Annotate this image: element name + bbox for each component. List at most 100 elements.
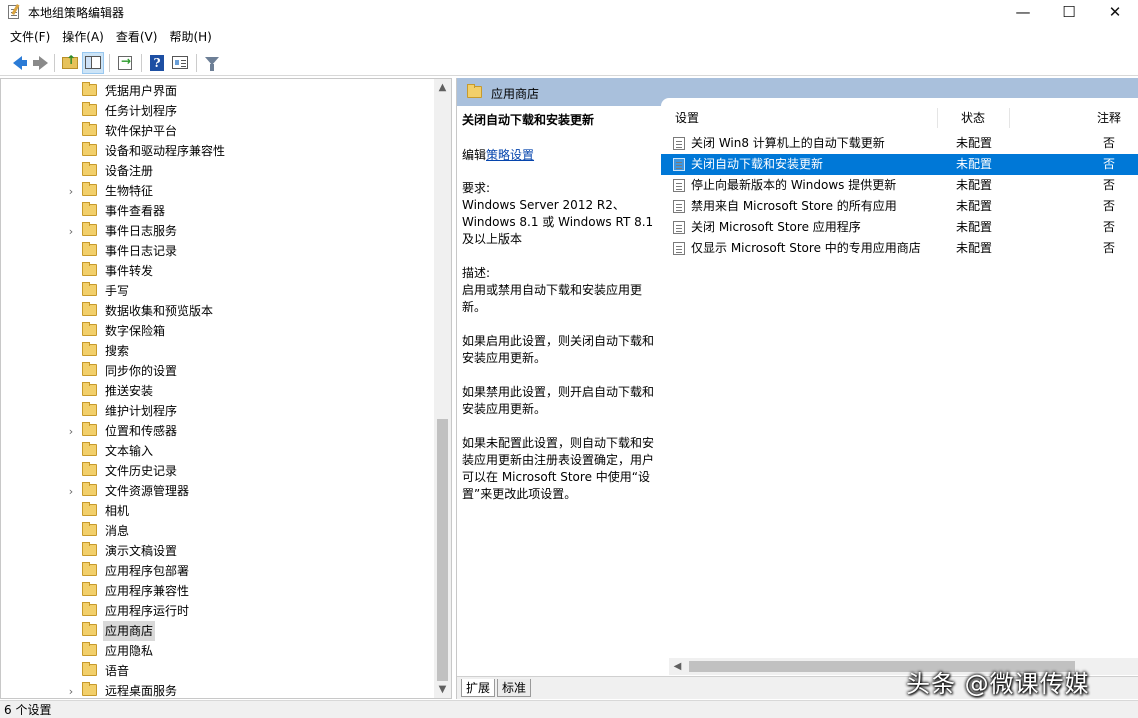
tree-item[interactable]: 消息 — [1, 521, 433, 541]
expand-chevron-icon[interactable]: › — [65, 685, 77, 698]
title-bar: 本地组策略编辑器 — ☐ ✕ — [0, 0, 1138, 24]
tree-item[interactable]: 事件转发 — [1, 261, 433, 281]
help-button[interactable]: ? — [146, 52, 168, 74]
tree-item[interactable]: 数字保险箱 — [1, 321, 433, 341]
column-header-setting[interactable]: 设置 — [675, 110, 699, 126]
tree-item-label: 事件日志服务 — [105, 224, 178, 238]
tree-item[interactable]: 维护计划程序 — [1, 401, 433, 421]
folder-icon — [82, 642, 97, 656]
scroll-down-arrow-icon[interactable]: ▼ — [434, 681, 451, 698]
tree-item[interactable]: 搜索 — [1, 341, 433, 361]
folder-icon — [82, 682, 97, 696]
tree-item[interactable]: 应用程序包部署 — [1, 561, 433, 581]
tree-item[interactable]: › 位置和传感器 — [1, 421, 433, 441]
setting-name: 关闭 Win8 计算机上的自动下载更新 — [691, 136, 885, 150]
tree-scroll-thumb[interactable] — [437, 419, 448, 681]
tree-item[interactable]: 推送安装 — [1, 381, 433, 401]
tree-item[interactable]: 应用商店 — [1, 621, 433, 641]
tree-item-label: 应用程序运行时 — [105, 604, 190, 618]
export-list-button[interactable] — [114, 52, 136, 74]
folder-icon — [82, 282, 97, 296]
tree-item[interactable]: 语音 — [1, 661, 433, 681]
column-divider[interactable] — [1009, 108, 1010, 128]
expand-chevron-icon[interactable]: › — [65, 485, 77, 498]
back-button[interactable] — [4, 52, 27, 74]
setting-note: 否 — [1103, 157, 1116, 171]
tree-item[interactable]: 文件历史记录 — [1, 461, 433, 481]
setting-name: 停止向最新版本的 Windows 提供更新 — [691, 178, 897, 192]
toolbar: ? — [0, 50, 1138, 76]
filter-button[interactable] — [201, 52, 223, 74]
show-hide-tree-button[interactable] — [82, 51, 104, 74]
menu-help[interactable]: 帮助(H) — [163, 27, 217, 47]
tree-vertical-scrollbar[interactable]: ▲ ▼ — [434, 79, 451, 698]
tree-item[interactable]: 任务计划程序 — [1, 101, 433, 121]
policy-setting-icon — [673, 200, 685, 213]
tree-item[interactable]: › 文件资源管理器 — [1, 481, 433, 501]
tree-item[interactable]: 应用程序运行时 — [1, 601, 433, 621]
setting-row[interactable]: 关闭 Win8 计算机上的自动下载更新 未配置 否 — [661, 133, 1138, 154]
show-hide-tree-icon — [85, 56, 101, 69]
tree-item[interactable]: › 生物特征 — [1, 181, 433, 201]
column-header-note[interactable]: 注释 — [1097, 110, 1121, 126]
expand-chevron-icon[interactable]: › — [65, 185, 77, 198]
tree-item[interactable]: 相机 — [1, 501, 433, 521]
tree-item-label: 演示文稿设置 — [105, 544, 178, 558]
edit-policy-link[interactable]: 策略设置 — [486, 148, 534, 162]
forward-button[interactable] — [27, 52, 49, 74]
minimize-button[interactable]: — — [1000, 0, 1046, 24]
tree-item[interactable]: 手写 — [1, 281, 433, 301]
tree-item[interactable]: 应用隐私 — [1, 641, 433, 661]
tree-item[interactable]: 文本输入 — [1, 441, 433, 461]
menu-action[interactable]: 操作(A) — [56, 27, 110, 47]
folder-icon — [82, 462, 97, 476]
tree-item[interactable]: 事件日志记录 — [1, 241, 433, 261]
tree-item-label: 同步你的设置 — [105, 364, 178, 378]
column-divider[interactable] — [937, 108, 938, 128]
tree-item[interactable]: 同步你的设置 — [1, 361, 433, 381]
tab-standard[interactable]: 标准 — [497, 679, 532, 697]
edit-policy-line: 编辑策略设置 — [462, 147, 655, 164]
tree-item[interactable]: 软件保护平台 — [1, 121, 433, 141]
folder-icon — [82, 122, 97, 136]
setting-row[interactable]: 仅显示 Microsoft Store 中的专用应用商店 未配置 否 — [661, 238, 1138, 259]
folder-icon — [82, 402, 97, 416]
setting-note: 否 — [1103, 178, 1116, 192]
folder-icon — [82, 82, 97, 96]
tree-item-label: 语音 — [105, 664, 130, 678]
expand-chevron-icon[interactable]: › — [65, 425, 77, 438]
setting-row[interactable]: 关闭 Microsoft Store 应用程序 未配置 否 — [661, 217, 1138, 238]
tree-item[interactable]: 事件查看器 — [1, 201, 433, 221]
up-one-level-button[interactable] — [59, 52, 81, 74]
tree-item[interactable]: 演示文稿设置 — [1, 541, 433, 561]
setting-state: 未配置 — [956, 136, 993, 150]
tree-item-label: 凭据用户界面 — [105, 84, 178, 98]
policy-setting-icon — [673, 221, 685, 234]
tree-item[interactable]: 设备注册 — [1, 161, 433, 181]
scroll-up-arrow-icon[interactable]: ▲ — [434, 79, 451, 96]
column-header-state[interactable]: 状态 — [961, 110, 985, 126]
toolbar-separator — [196, 53, 197, 72]
folder-icon — [82, 342, 97, 356]
setting-row[interactable]: 关闭自动下载和安装更新 未配置 否 — [661, 154, 1138, 175]
menu-file[interactable]: 文件(F) — [4, 27, 56, 47]
close-button[interactable]: ✕ — [1092, 0, 1138, 24]
expand-chevron-icon[interactable]: › — [65, 225, 77, 238]
tree-item[interactable]: 凭据用户界面 — [1, 81, 433, 101]
setting-row[interactable]: 停止向最新版本的 Windows 提供更新 未配置 否 — [661, 175, 1138, 196]
scroll-left-arrow-icon[interactable]: ◀ — [669, 658, 686, 675]
properties-button[interactable] — [169, 52, 191, 74]
description-text: 启用或禁用自动下载和安装应用更新。 — [462, 283, 643, 314]
tree-item[interactable]: › 远程桌面服务 — [1, 681, 433, 698]
tree-item[interactable]: › 事件日志服务 — [1, 221, 433, 241]
setting-row[interactable]: 禁用来自 Microsoft Store 的所有应用 未配置 否 — [661, 196, 1138, 217]
tree-item-label: 文件资源管理器 — [105, 484, 190, 498]
tab-extended[interactable]: 扩展 — [461, 679, 496, 697]
tree-item[interactable]: 设备和驱动程序兼容性 — [1, 141, 433, 161]
maximize-button[interactable]: ☐ — [1046, 0, 1092, 24]
tree-item-label: 文件历史记录 — [105, 464, 178, 478]
setting-state: 未配置 — [956, 241, 993, 255]
menu-view[interactable]: 查看(V) — [110, 27, 164, 47]
tree-item[interactable]: 数据收集和预览版本 — [1, 301, 433, 321]
tree-item[interactable]: 应用程序兼容性 — [1, 581, 433, 601]
